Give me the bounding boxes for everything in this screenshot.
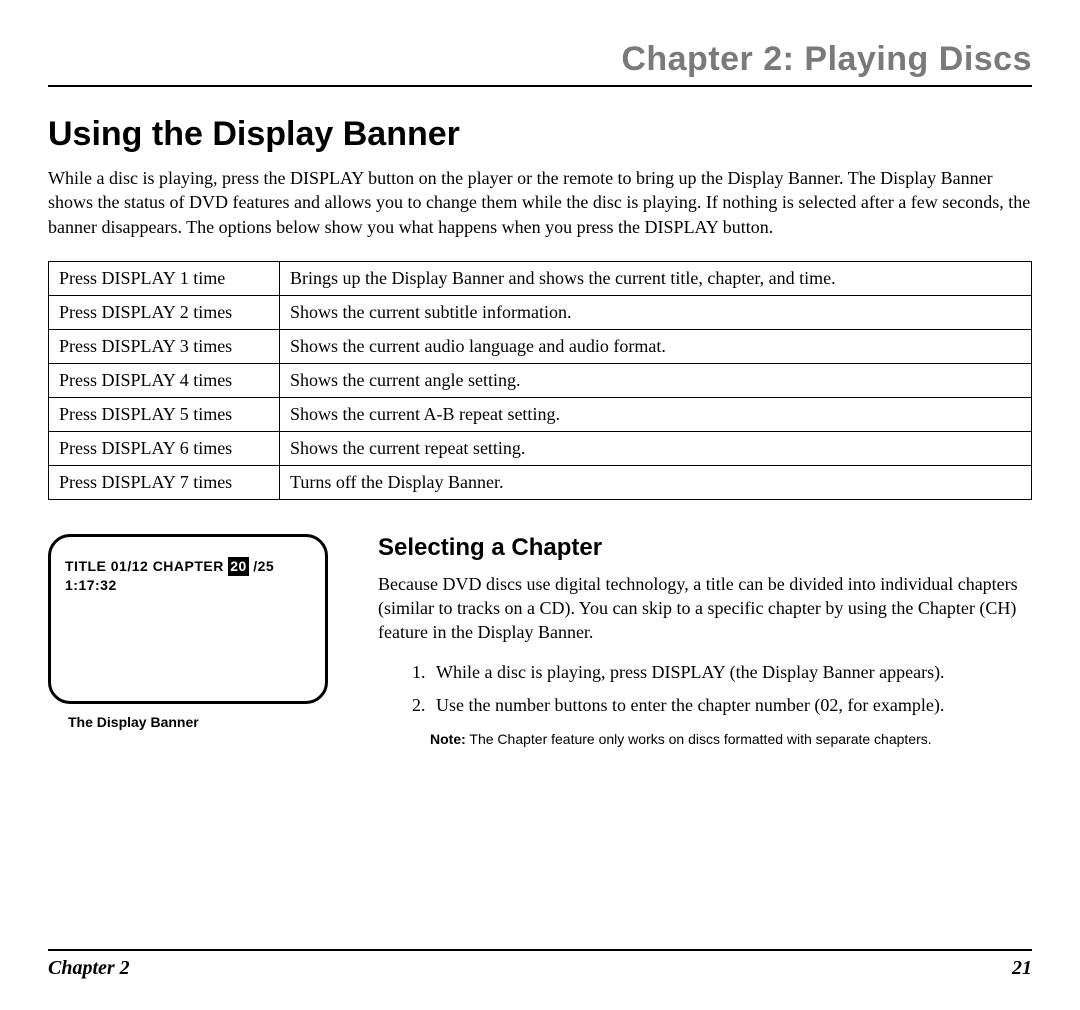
table-cell-result: Shows the current audio language and aud… (280, 329, 1032, 363)
table-row: Press DISPLAY 7 timesTurns off the Displ… (49, 465, 1032, 499)
table-cell-action: Press DISPLAY 5 times (49, 397, 280, 431)
steps-list: While a disc is playing, press DISPLAY (… (378, 659, 1032, 719)
table-row: Press DISPLAY 5 timesShows the current A… (49, 397, 1032, 431)
lower-section: TITLE 01/12 CHAPTER 20 /25 1:17:32 The D… (48, 534, 1032, 747)
manual-page: Chapter 2: Playing Discs Using the Displ… (0, 0, 1080, 1010)
footer-right: 21 (1012, 957, 1032, 980)
subsection-column: Selecting a Chapter Because DVD discs us… (378, 534, 1032, 747)
footer-left: Chapter 2 (48, 957, 130, 980)
banner-post-text: /25 (249, 558, 274, 574)
chapter-header: Chapter 2: Playing Discs (48, 40, 1032, 87)
table-cell-result: Brings up the Display Banner and shows t… (280, 261, 1032, 295)
banner-chapter-highlight: 20 (228, 557, 249, 577)
table-cell-result: Turns off the Display Banner. (280, 465, 1032, 499)
table-row: Press DISPLAY 2 timesShows the current s… (49, 295, 1032, 329)
table-cell-action: Press DISPLAY 6 times (49, 431, 280, 465)
note-body: The Chapter feature only works on discs … (466, 731, 932, 747)
table-cell-action: Press DISPLAY 3 times (49, 329, 280, 363)
display-button-table: Press DISPLAY 1 timeBrings up the Displa… (48, 261, 1032, 500)
note-text: Note: The Chapter feature only works on … (430, 731, 1032, 747)
table-cell-action: Press DISPLAY 2 times (49, 295, 280, 329)
table-row: Press DISPLAY 4 timesShows the current a… (49, 363, 1032, 397)
subsection-body: Because DVD discs use digital technology… (378, 572, 1032, 645)
table-cell-result: Shows the current A-B repeat setting. (280, 397, 1032, 431)
table-row: Press DISPLAY 3 timesShows the current a… (49, 329, 1032, 363)
display-banner-illustration: TITLE 01/12 CHAPTER 20 /25 1:17:32 (48, 534, 328, 704)
table-cell-result: Shows the current repeat setting. (280, 431, 1032, 465)
table-cell-action: Press DISPLAY 4 times (49, 363, 280, 397)
table-cell-action: Press DISPLAY 7 times (49, 465, 280, 499)
banner-time: 1:17:32 (65, 576, 311, 596)
subsection-title: Selecting a Chapter (378, 534, 1032, 562)
table-cell-action: Press DISPLAY 1 time (49, 261, 280, 295)
banner-caption: The Display Banner (68, 714, 348, 730)
table-row: Press DISPLAY 1 timeBrings up the Displa… (49, 261, 1032, 295)
list-item: While a disc is playing, press DISPLAY (… (430, 659, 1032, 686)
banner-title-text: TITLE 01/12 CHAPTER (65, 558, 228, 574)
table-cell-result: Shows the current angle setting. (280, 363, 1032, 397)
section-title: Using the Display Banner (48, 115, 1032, 154)
note-label: Note: (430, 731, 466, 747)
list-item: Use the number buttons to enter the chap… (430, 692, 1032, 719)
section-intro: While a disc is playing, press the DISPL… (48, 166, 1032, 239)
banner-column: TITLE 01/12 CHAPTER 20 /25 1:17:32 The D… (48, 534, 348, 730)
table-row: Press DISPLAY 6 timesShows the current r… (49, 431, 1032, 465)
page-footer: Chapter 2 21 (48, 949, 1032, 980)
table-cell-result: Shows the current subtitle information. (280, 295, 1032, 329)
